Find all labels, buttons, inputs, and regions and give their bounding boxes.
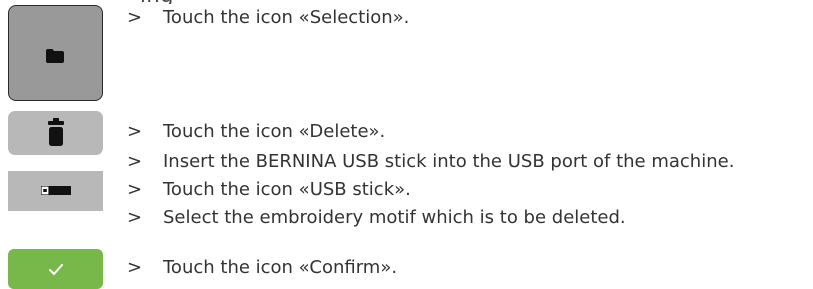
usb-stick-icon (41, 186, 71, 195)
step-touch-confirm: > Touch the icon «Confirm». (127, 256, 397, 280)
folder-icon (46, 49, 64, 63)
step-marker: > (127, 257, 143, 278)
step-marker: > (127, 179, 143, 200)
checkmark-icon (49, 264, 63, 275)
step-marker: > (127, 121, 143, 142)
step-text: Touch the icon «Delete». (163, 121, 386, 142)
step-text: Touch the icon «Selection». (163, 7, 410, 28)
confirm-button[interactable] (8, 249, 103, 289)
step-marker: > (127, 151, 143, 172)
step-touch-selection: > Touch the icon «Selection». (127, 6, 409, 30)
step-touch-usb-stick: > Touch the icon «USB stick». (127, 178, 411, 202)
selection-button[interactable] (8, 5, 103, 101)
trash-icon (48, 118, 64, 146)
step-text: Select the embroidery motif which is to … (163, 207, 626, 228)
step-marker: > (127, 207, 143, 228)
step-marker: > (127, 7, 143, 28)
step-text: Insert the BERNINA USB stick into the US… (163, 151, 735, 172)
step-text: Touch the icon «USB stick». (163, 179, 411, 200)
step-insert-usb-stick: > Insert the BERNINA USB stick into the U… (127, 150, 734, 174)
delete-button[interactable] (8, 111, 103, 155)
cropped-heading-fragment: ing (140, 0, 380, 4)
usb-stick-button[interactable] (8, 171, 103, 211)
step-text: Touch the icon «Confirm». (163, 257, 398, 278)
step-select-motif: > Select the embroidery motif which is to… (127, 206, 626, 230)
step-touch-delete: > Touch the icon «Delete». (127, 120, 385, 144)
